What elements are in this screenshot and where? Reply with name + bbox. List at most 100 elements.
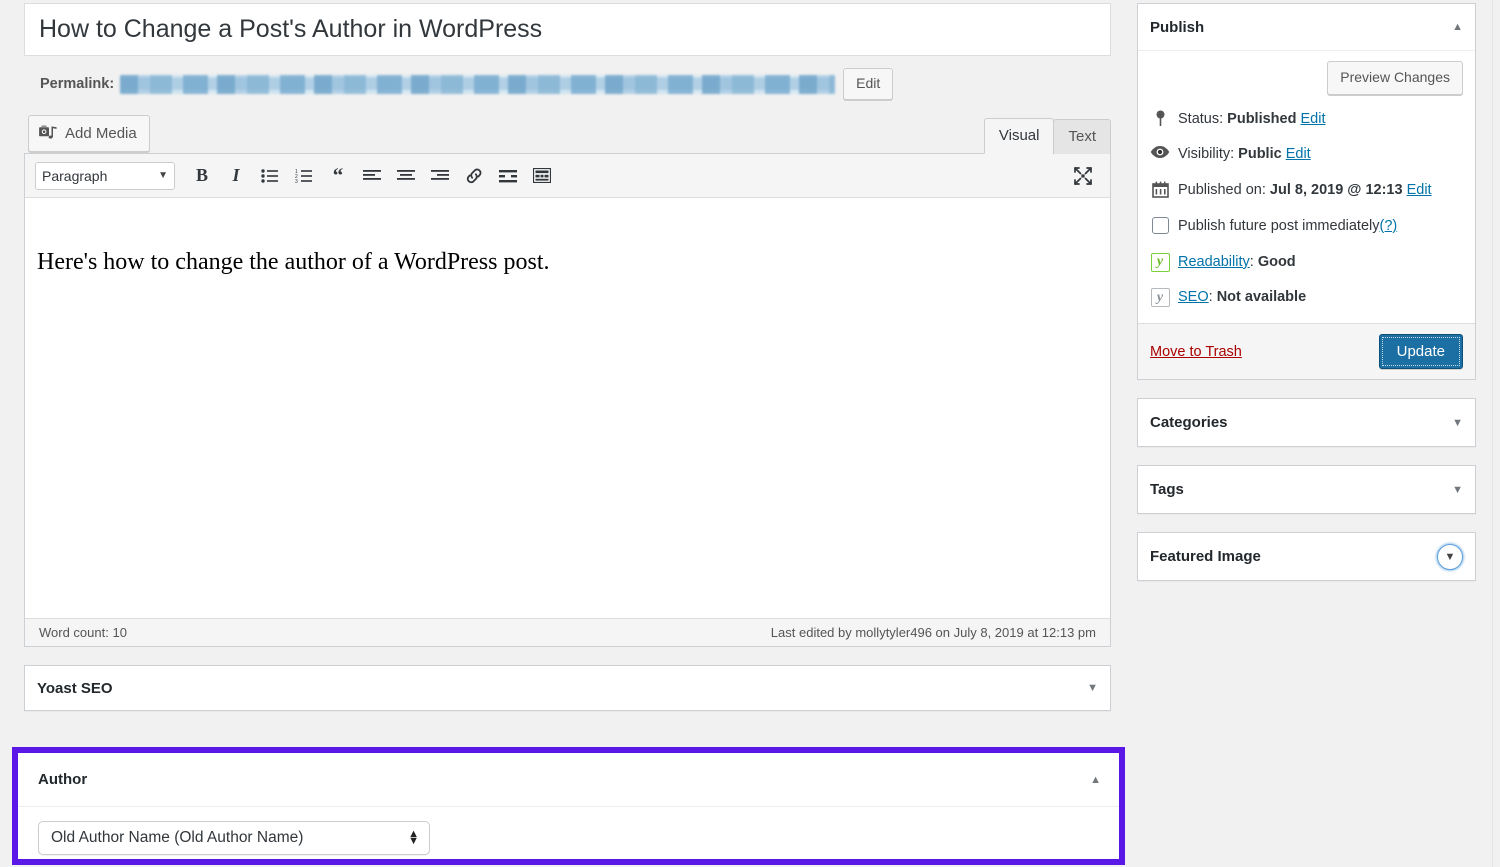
last-edited-text: Last edited by mollytyler496 on July 8, … xyxy=(771,625,1096,640)
wordpress-post-editor: Permalink: Edit Add Media Visual xyxy=(0,0,1500,867)
align-left-icon[interactable] xyxy=(357,161,387,191)
status-label: Status: xyxy=(1178,111,1223,127)
panel-featured-image-header[interactable]: Featured Image ▼ xyxy=(1138,533,1475,580)
visibility-label: Visibility: xyxy=(1178,146,1234,162)
readability-value: Good xyxy=(1258,254,1296,270)
format-select[interactable]: Paragraph ▼ xyxy=(35,162,175,190)
seo-text: SEO: Not available xyxy=(1178,287,1306,309)
bulleted-list-icon[interactable] xyxy=(255,161,285,191)
panel-yoast-seo[interactable]: Yoast SEO ▼ xyxy=(24,665,1111,711)
seo-row: y SEO: Not available xyxy=(1150,287,1463,309)
toolbar-toggle-icon[interactable] xyxy=(527,161,557,191)
seo-link[interactable]: SEO xyxy=(1178,289,1209,305)
chevron-up-icon[interactable]: ▲ xyxy=(1452,21,1463,33)
panel-author-header[interactable]: Author ▲ xyxy=(18,753,1119,807)
seo-colon: : xyxy=(1209,289,1213,305)
editor-mode-tabs: Visual Text xyxy=(985,118,1111,154)
preview-row: Preview Changes xyxy=(1150,61,1463,95)
future-post-checkbox[interactable] xyxy=(1150,216,1170,234)
permalink-edit-button[interactable]: Edit xyxy=(843,68,893,100)
panel-categories-title: Categories xyxy=(1150,414,1228,431)
post-title-field[interactable] xyxy=(24,3,1111,56)
link-icon[interactable] xyxy=(459,161,489,191)
numbered-list-icon[interactable]: 1 2 3 xyxy=(289,161,319,191)
add-media-label: Add Media xyxy=(65,123,137,144)
readability-text: Readability: Good xyxy=(1178,252,1296,274)
chevron-down-icon[interactable]: ▼ xyxy=(1452,417,1463,429)
visibility-text: Visibility: Public Edit xyxy=(1178,144,1311,166)
permalink-row: Permalink: Edit xyxy=(24,64,1111,104)
panel-author-highlighted: Author ▲ Old Author Name (Old Author Nam… xyxy=(12,747,1125,865)
media-and-tabs-row: Add Media Visual Text xyxy=(24,115,1111,153)
visibility-edit-link[interactable]: Edit xyxy=(1286,146,1311,162)
permalink-label: Permalink: xyxy=(40,76,114,92)
author-select-value: Old Author Name (Old Author Name) xyxy=(51,829,303,847)
editor-content-area[interactable]: Here's how to change the author of a Wor… xyxy=(25,198,1110,618)
chevron-up-icon[interactable]: ▲ xyxy=(1090,774,1101,786)
tab-visual[interactable]: Visual xyxy=(984,118,1055,154)
panel-publish-header[interactable]: Publish ▲ xyxy=(1138,4,1475,51)
panel-categories[interactable]: Categories ▼ xyxy=(1137,398,1476,447)
panel-author: Author ▲ Old Author Name (Old Author Nam… xyxy=(18,753,1119,859)
update-button[interactable]: Update xyxy=(1379,334,1463,369)
status-text: Status: Published Edit xyxy=(1178,109,1326,131)
yoast-green-icon: y xyxy=(1150,252,1170,272)
panel-author-body: Old Author Name (Old Author Name) ▲▼ xyxy=(18,807,1119,867)
format-select-value: Paragraph xyxy=(42,168,107,184)
published-on-text: Published on: Jul 8, 2019 @ 12:13 Edit xyxy=(1178,180,1432,202)
panel-publish-title: Publish xyxy=(1150,19,1204,36)
insert-more-icon[interactable] xyxy=(493,161,523,191)
seo-value: Not available xyxy=(1217,289,1306,305)
panel-tags-title: Tags xyxy=(1150,481,1184,498)
published-on-edit-link[interactable]: Edit xyxy=(1407,182,1432,198)
tab-text[interactable]: Text xyxy=(1053,119,1111,154)
status-value: Published xyxy=(1227,111,1296,127)
future-post-row: Publish future post immediately(?) xyxy=(1150,216,1463,238)
post-title-input[interactable] xyxy=(35,15,1100,44)
published-on-value: Jul 8, 2019 @ 12:13 xyxy=(1270,182,1403,198)
readability-link[interactable]: Readability xyxy=(1178,254,1250,270)
svg-text:3: 3 xyxy=(295,179,298,183)
bold-icon[interactable]: B xyxy=(187,161,217,191)
align-right-icon[interactable] xyxy=(425,161,455,191)
scrollbar-track[interactable] xyxy=(1492,0,1500,867)
add-media-icon xyxy=(39,125,58,142)
chevron-down-icon[interactable]: ▼ xyxy=(1087,682,1098,694)
visibility-row: Visibility: Public Edit xyxy=(1150,144,1463,166)
fullscreen-icon[interactable] xyxy=(1068,161,1098,191)
add-media-button[interactable]: Add Media xyxy=(28,115,150,152)
preview-changes-button[interactable]: Preview Changes xyxy=(1327,61,1463,95)
future-post-text: Publish future post immediately(?) xyxy=(1178,216,1397,238)
move-to-trash-link[interactable]: Move to Trash xyxy=(1150,344,1242,360)
panel-publish: Publish ▲ Preview Changes Status: xyxy=(1137,3,1476,380)
align-center-icon[interactable] xyxy=(391,161,421,191)
calendar-icon xyxy=(1150,180,1170,198)
chevron-down-icon: ▼ xyxy=(158,170,168,181)
chevron-down-icon[interactable]: ▼ xyxy=(1437,544,1463,570)
panel-tags-header[interactable]: Tags ▼ xyxy=(1138,466,1475,513)
author-select[interactable]: Old Author Name (Old Author Name) ▲▼ xyxy=(38,821,430,855)
panel-yoast-seo-header[interactable]: Yoast SEO ▼ xyxy=(25,666,1110,710)
panel-featured-image-title: Featured Image xyxy=(1150,548,1261,565)
published-on-row: Published on: Jul 8, 2019 @ 12:13 Edit xyxy=(1150,180,1463,202)
chevron-down-icon[interactable]: ▼ xyxy=(1452,484,1463,496)
panel-yoast-seo-title: Yoast SEO xyxy=(37,680,113,697)
panel-categories-header[interactable]: Categories ▼ xyxy=(1138,399,1475,446)
content-editor: Paragraph ▼ B I 1 2 3 xyxy=(24,153,1111,647)
visibility-value: Public xyxy=(1238,146,1282,162)
italic-icon[interactable]: I xyxy=(221,161,251,191)
panel-author-title: Author xyxy=(38,771,87,788)
published-on-label: Published on: xyxy=(1178,182,1266,198)
stepper-arrows-icon[interactable]: ▲▼ xyxy=(408,831,419,845)
pin-icon xyxy=(1150,109,1170,127)
blockquote-icon[interactable]: “ xyxy=(323,161,353,191)
panel-tags[interactable]: Tags ▼ xyxy=(1137,465,1476,514)
editor-toolbar: Paragraph ▼ B I 1 2 3 xyxy=(25,154,1110,198)
editor-sidebar: Publish ▲ Preview Changes Status: xyxy=(1137,3,1476,581)
status-edit-link[interactable]: Edit xyxy=(1301,111,1326,127)
future-post-help-link[interactable]: (?) xyxy=(1380,218,1398,234)
readability-colon: : xyxy=(1250,254,1254,270)
future-post-label: Publish future post immediately xyxy=(1178,218,1380,234)
panel-publish-body: Preview Changes Status: Published Edit xyxy=(1138,51,1475,323)
panel-featured-image[interactable]: Featured Image ▼ xyxy=(1137,532,1476,581)
